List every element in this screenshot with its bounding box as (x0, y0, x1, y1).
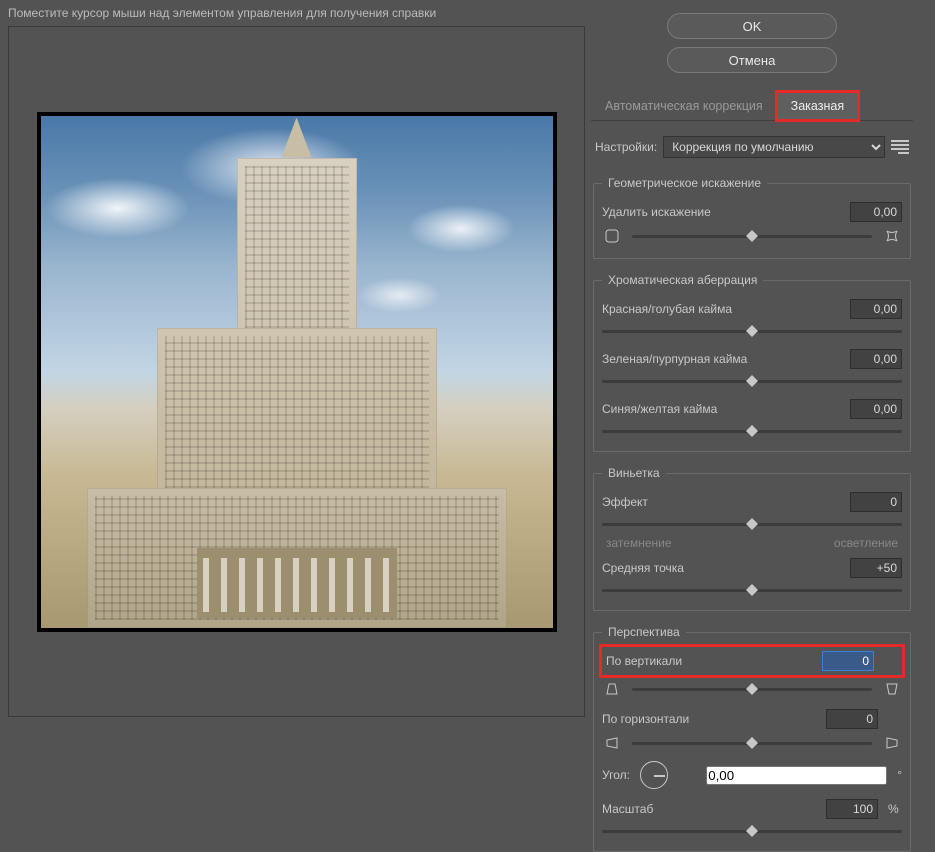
vertical-perspective-slider[interactable] (632, 681, 872, 697)
dialog-buttons: OK Отмена (591, 6, 913, 77)
group-title: Геометрическое искажение (602, 176, 767, 190)
vertical-perspective-label: По вертикали (606, 654, 812, 668)
tabs: Автоматическая коррекция Заказная (591, 92, 913, 121)
controls-pane: OK Отмена Автоматическая коррекция Заказ… (585, 0, 935, 725)
flyout-menu-icon[interactable] (891, 140, 909, 154)
vertical-perspective-highlight: По вертикали (602, 647, 902, 675)
scale-label: Масштаб (602, 802, 816, 816)
perspective-top-narrow-icon (602, 679, 622, 699)
vignette-lighten-label: осветление (834, 536, 898, 550)
degree-symbol: ° (897, 768, 902, 782)
red-cyan-input[interactable] (850, 299, 902, 319)
preview-image[interactable] (37, 112, 557, 632)
group-geometric-distortion: Геометрическое искажение Удалить искажен… (593, 176, 911, 259)
settings-preset-select[interactable]: Коррекция по умолчанию (663, 136, 885, 158)
group-title: Виньетка (602, 466, 666, 480)
green-magenta-label: Зеленая/пурпурная кайма (602, 352, 840, 366)
pincushion-icon (882, 226, 902, 246)
blue-yellow-slider[interactable] (602, 423, 902, 439)
remove-distortion-slider[interactable] (632, 228, 872, 244)
group-perspective: Перспектива По вертикали По горизонтал (593, 625, 911, 852)
vignette-darken-label: затемнение (606, 536, 672, 550)
vignette-midpoint-label: Средняя точка (602, 561, 840, 575)
ok-button[interactable]: OK (667, 13, 837, 39)
blue-yellow-label: Синяя/желтая кайма (602, 402, 840, 416)
tab-custom[interactable]: Заказная (777, 92, 858, 120)
tab-auto-correction[interactable]: Автоматическая коррекция (591, 92, 777, 120)
vignette-amount-slider[interactable] (602, 516, 902, 532)
group-title: Перспектива (602, 625, 686, 639)
red-cyan-label: Красная/голубая кайма (602, 302, 840, 316)
angle-label: Угол: (602, 768, 630, 782)
perspective-left-narrow-icon (602, 733, 622, 753)
group-vignette: Виньетка Эффект затемнение осветление Ср… (593, 466, 911, 611)
vertical-perspective-input[interactable] (822, 651, 874, 671)
blue-yellow-input[interactable] (850, 399, 902, 419)
settings-label: Настройки: (595, 140, 657, 154)
green-magenta-slider[interactable] (602, 373, 902, 389)
angle-input[interactable] (706, 766, 887, 785)
angle-dial[interactable] (640, 761, 668, 789)
scale-input[interactable] (826, 799, 878, 819)
red-cyan-slider[interactable] (602, 323, 902, 339)
perspective-bottom-narrow-icon (882, 679, 902, 699)
scale-slider[interactable] (602, 823, 902, 839)
green-magenta-input[interactable] (850, 349, 902, 369)
vignette-midpoint-input[interactable] (850, 558, 902, 578)
vignette-amount-label: Эффект (602, 495, 840, 509)
barrel-icon (602, 226, 622, 246)
horizontal-perspective-label: По горизонтали (602, 712, 816, 726)
percent-symbol: % (888, 802, 902, 816)
vignette-amount-input[interactable] (850, 492, 902, 512)
preview-frame (8, 26, 585, 717)
group-title: Хроматическая аберрация (602, 273, 763, 287)
preview-pane: Поместите курсор мыши над элементом упра… (0, 0, 585, 725)
vignette-midpoint-slider[interactable] (602, 582, 902, 598)
hover-hint: Поместите курсор мыши над элементом упра… (8, 4, 585, 26)
settings-row: Настройки: Коррекция по умолчанию (591, 127, 913, 162)
perspective-right-narrow-icon (882, 733, 902, 753)
remove-distortion-label: Удалить искажение (602, 205, 840, 219)
lens-correction-dialog: Поместите курсор мыши над элементом упра… (0, 0, 935, 725)
remove-distortion-input[interactable] (850, 202, 902, 222)
group-chromatic-aberration: Хроматическая аберрация Красная/голубая … (593, 273, 911, 452)
cancel-button[interactable]: Отмена (667, 47, 837, 73)
horizontal-perspective-slider[interactable] (632, 735, 872, 751)
horizontal-perspective-input[interactable] (826, 709, 878, 729)
